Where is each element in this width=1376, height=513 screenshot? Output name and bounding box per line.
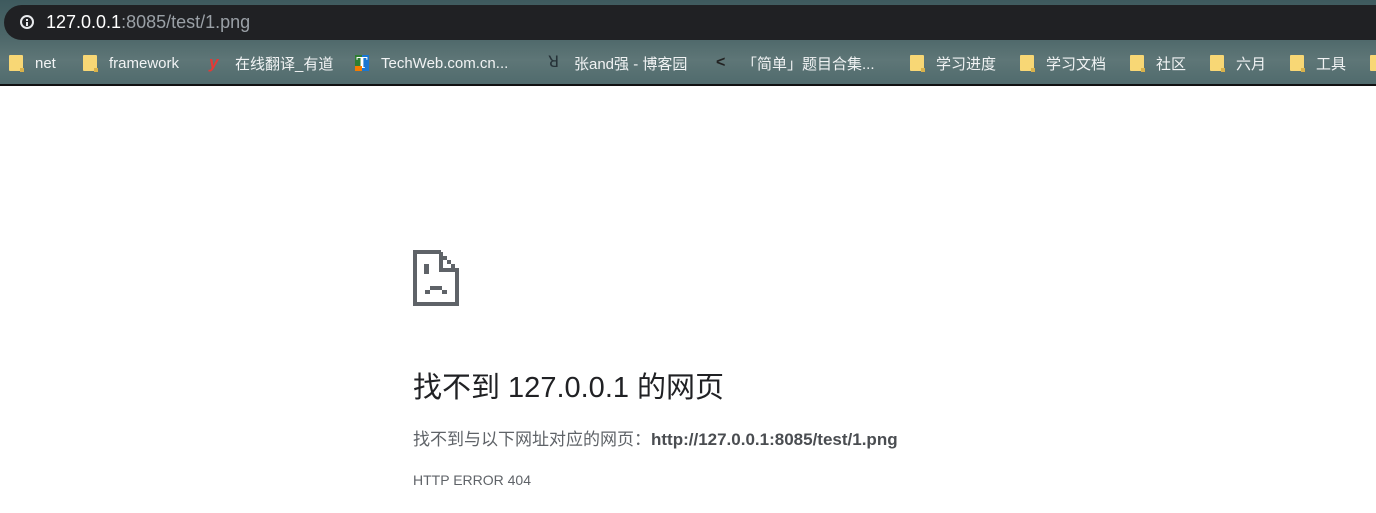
bookmark-youdao[interactable]: y 在线翻译_有道 xyxy=(209,44,333,82)
error-description: 找不到与以下网址对应的网页：http://127.0.0.1:8085/test… xyxy=(413,425,898,450)
sad-page-icon xyxy=(413,250,459,306)
bookmark-label: 「简单」题目合集... xyxy=(742,55,875,73)
bookmark-cnblogs[interactable]: ꓤ 张and强 - 博客园 xyxy=(548,44,687,82)
address-bar[interactable]: 127.0.0.1:8085/test/1.png xyxy=(4,5,1376,40)
error-title: 找不到 127.0.0.1 的网页 xyxy=(413,372,725,404)
bookmark-label: 工具 xyxy=(1316,55,1347,73)
url-path: :8085/test/1.png xyxy=(121,12,251,32)
folder-icon xyxy=(1020,55,1035,72)
bookmark-net[interactable]: net xyxy=(9,44,56,82)
techweb-icon xyxy=(355,54,369,72)
folder-icon xyxy=(1370,55,1376,71)
folder-icon xyxy=(910,55,925,72)
folder-icon xyxy=(1130,55,1145,72)
info-icon[interactable] xyxy=(20,15,34,29)
youdao-icon: y xyxy=(209,53,219,72)
bookmark-framework[interactable]: framework xyxy=(83,44,179,82)
cnblogs-icon: ꓤ xyxy=(548,54,560,71)
folder-icon xyxy=(83,55,98,72)
bookmark-study-progress[interactable]: 学习进度 xyxy=(910,44,996,82)
bookmark-tools[interactable]: 工具 xyxy=(1290,44,1346,82)
bookmarks-bar: net framework y 在线翻译_有道 TechWeb.com.cn..… xyxy=(0,44,1376,82)
error-code: HTTP ERROR 404 xyxy=(413,472,531,488)
error-url: http://127.0.0.1:8085/test/1.png xyxy=(651,430,898,449)
bookmark-label: 社区 xyxy=(1156,55,1187,73)
bookmark-june[interactable]: 六月 xyxy=(1210,44,1266,82)
bookmark-label: TechWeb.com.cn... xyxy=(381,54,509,72)
bookmark-label: 张and强 - 博客园 xyxy=(574,55,688,73)
bookmark-community[interactable]: 社区 xyxy=(1130,44,1186,82)
url-text[interactable]: 127.0.0.1:8085/test/1.png xyxy=(46,12,250,33)
bookmark-study-docs[interactable]: 学习文档 xyxy=(1020,44,1106,82)
bookmark-techweb[interactable]: TechWeb.com.cn... xyxy=(355,44,508,82)
browser-chrome: 127.0.0.1:8085/test/1.png net framework … xyxy=(0,0,1376,86)
bookmark-label: 学习进度 xyxy=(936,55,997,73)
bookmark-label: 学习文档 xyxy=(1046,55,1107,73)
folder-icon xyxy=(1290,55,1305,72)
leetcode-icon: < xyxy=(716,54,726,71)
error-description-text: 找不到与以下网址对应的网页： xyxy=(413,430,651,449)
bookmark-leetcode[interactable]: < 「简单」题目合集... xyxy=(716,44,875,82)
url-host: 127.0.0.1 xyxy=(46,12,122,32)
folder-icon xyxy=(9,55,24,72)
bookmark-overflow[interactable] xyxy=(1370,44,1376,82)
bookmark-label: 在线翻译_有道 xyxy=(235,55,334,73)
bookmark-label: 六月 xyxy=(1236,55,1267,73)
bookmark-label: net xyxy=(35,54,56,72)
bookmark-label: framework xyxy=(109,54,180,72)
folder-icon xyxy=(1210,55,1225,72)
